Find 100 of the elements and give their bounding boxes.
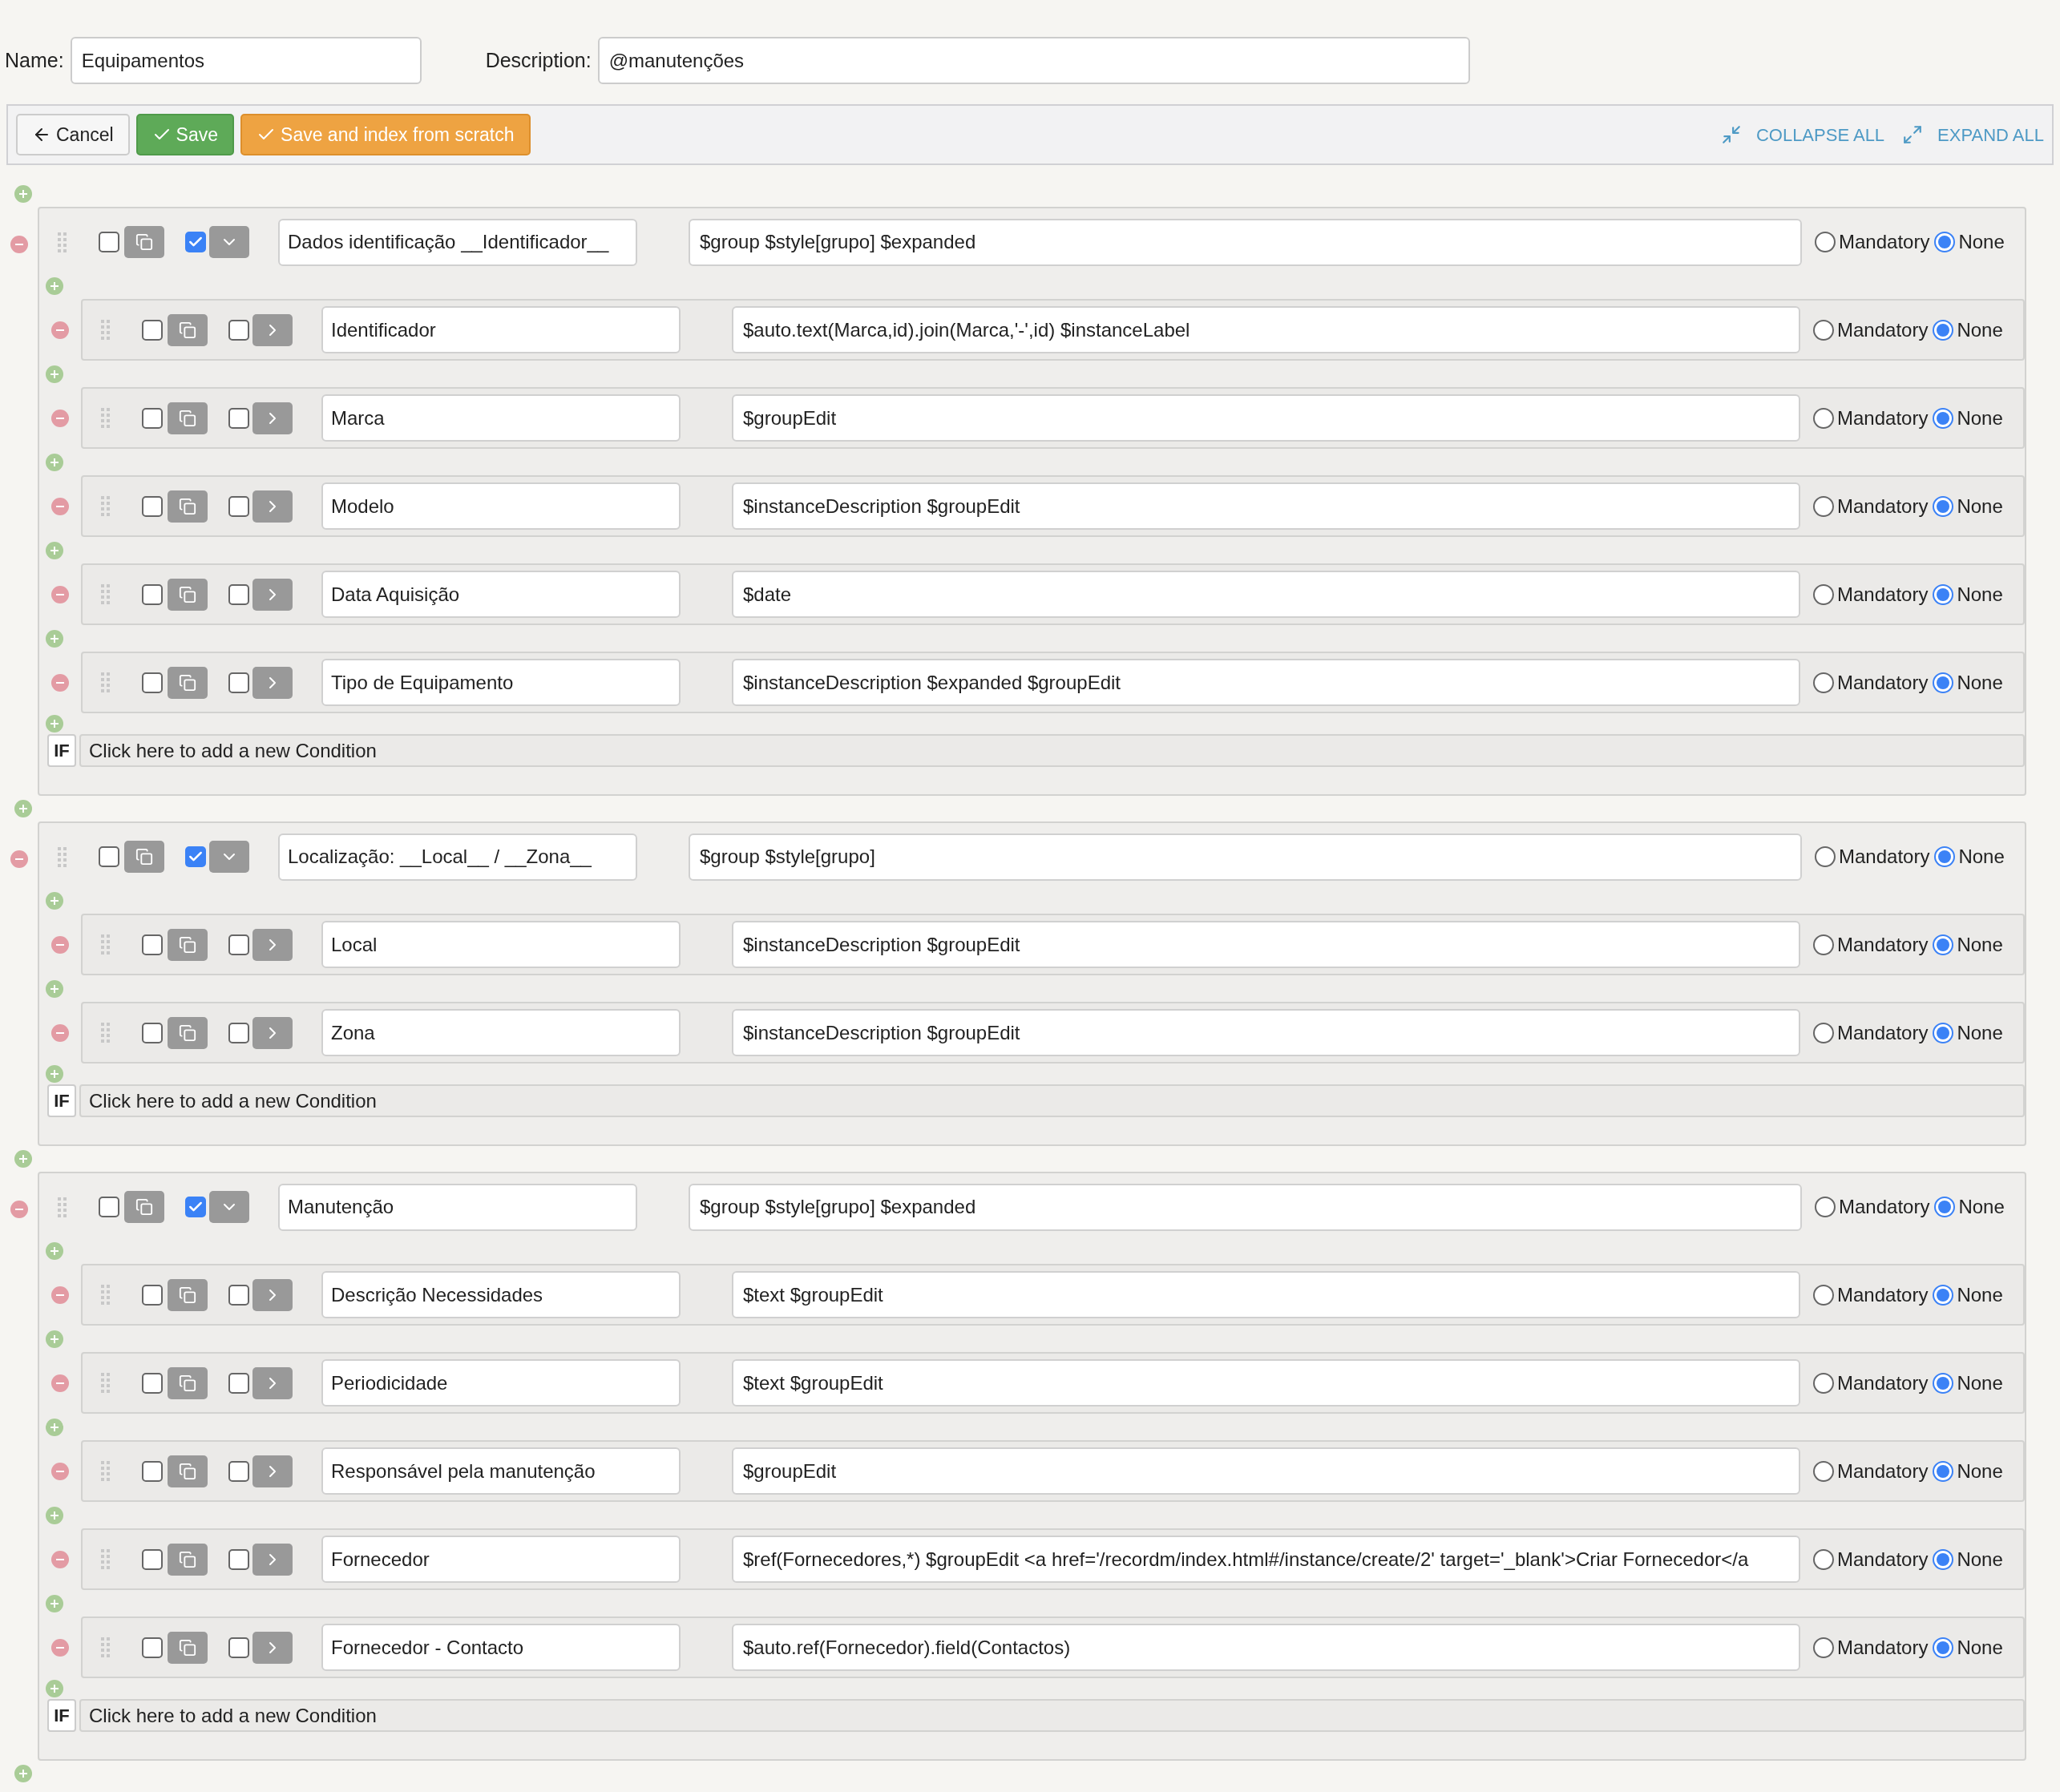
remove-icon[interactable] [51, 585, 69, 603]
add-icon[interactable] [46, 1506, 63, 1524]
field-name-input[interactable]: Fornecedor [321, 1536, 681, 1583]
radio-button[interactable] [1813, 319, 1834, 341]
add-icon[interactable] [46, 365, 63, 383]
field-description-input[interactable]: $groupEdit [732, 1447, 1800, 1495]
drag-handle-icon[interactable] [57, 1197, 67, 1217]
remove-icon[interactable] [51, 1550, 69, 1568]
drag-handle-icon[interactable] [100, 584, 110, 604]
field-name-input[interactable]: Descrição Necessidades [321, 1271, 681, 1318]
remove-icon[interactable] [51, 497, 69, 515]
add-icon[interactable] [14, 1150, 32, 1168]
field-name-input[interactable]: Fornecedor - Contacto [321, 1624, 681, 1671]
add-icon[interactable] [14, 185, 32, 203]
field-name-input[interactable]: Data Aquisição [321, 571, 681, 618]
copy-button[interactable] [168, 1455, 208, 1487]
drag-handle-icon[interactable] [100, 496, 110, 516]
drag-handle-icon[interactable] [100, 1637, 110, 1657]
field-description-input[interactable]: $text $groupEdit [732, 1359, 1800, 1407]
if-badge[interactable]: IF [47, 1699, 76, 1732]
copy-button[interactable] [124, 1191, 164, 1223]
checkbox[interactable] [142, 934, 163, 955]
checkbox[interactable] [228, 495, 249, 517]
drag-handle-icon[interactable] [100, 672, 110, 692]
name-input[interactable]: Equipamentos [70, 37, 422, 84]
checkbox[interactable] [228, 934, 249, 955]
radio-button[interactable] [1933, 407, 1954, 429]
radio-button[interactable] [1934, 846, 1956, 867]
toggle-button[interactable] [252, 578, 293, 611]
radio-button[interactable] [1813, 1372, 1834, 1394]
radio-button[interactable] [1933, 1460, 1954, 1482]
add-icon[interactable] [46, 541, 63, 559]
add-icon[interactable] [46, 453, 63, 471]
checkbox[interactable] [142, 1022, 163, 1043]
field-description-input[interactable]: $instanceDescription $groupEdit [732, 482, 1800, 530]
field-description-input[interactable]: $auto.ref(Fornecedor).field(Contactos) [732, 1624, 1800, 1671]
copy-button[interactable] [168, 1016, 208, 1049]
toggle-button[interactable] [252, 1543, 293, 1576]
add-icon[interactable] [46, 1594, 63, 1612]
remove-icon[interactable] [10, 236, 28, 253]
checkbox[interactable] [228, 672, 249, 693]
remove-icon[interactable] [51, 673, 69, 692]
checkbox[interactable] [142, 1372, 163, 1394]
checkbox[interactable] [142, 495, 163, 517]
add-icon[interactable] [14, 1765, 32, 1782]
radio-button[interactable] [1933, 1284, 1954, 1306]
drag-handle-icon[interactable] [100, 1549, 110, 1569]
add-icon[interactable] [46, 629, 63, 648]
toggle-button[interactable] [252, 1455, 293, 1487]
field-description-input[interactable]: $group $style[grupo] $expanded [689, 1183, 1802, 1231]
radio-button[interactable] [1813, 1284, 1834, 1306]
radio-button[interactable] [1815, 232, 1836, 252]
drag-handle-icon[interactable] [100, 1285, 110, 1305]
field-description-input[interactable]: $ref(Fornecedores,*) $groupEdit <a href='/recordm/index.html#/instance/create/2' target='_blank'>Criar Fornecedor</a [732, 1536, 1800, 1583]
radio-button[interactable] [1933, 583, 1954, 605]
field-name-input[interactable]: Manutenção [278, 1183, 637, 1231]
radio-button[interactable] [1934, 232, 1956, 252]
drag-handle-icon[interactable] [57, 846, 67, 867]
copy-button[interactable] [168, 1278, 208, 1311]
if-badge[interactable]: IF [47, 1084, 76, 1117]
remove-icon[interactable] [10, 1201, 28, 1218]
add-icon[interactable] [46, 276, 63, 295]
toggle-button[interactable] [252, 1631, 293, 1664]
checkbox[interactable] [99, 232, 119, 252]
checkbox[interactable] [228, 407, 249, 429]
radio-button[interactable] [1815, 846, 1836, 867]
toggle-button[interactable] [209, 841, 249, 873]
radio-button[interactable] [1933, 934, 1954, 955]
radio-button[interactable] [1813, 1460, 1834, 1482]
field-description-input[interactable]: $instanceDescription $expanded $groupEdit [732, 659, 1800, 706]
toggle-button[interactable] [209, 226, 249, 258]
cancel-button[interactable]: Cancel [16, 114, 130, 155]
add-condition-bar[interactable]: Click here to add a new Condition [79, 1699, 2025, 1732]
field-description-input[interactable]: $text $groupEdit [732, 1271, 1800, 1318]
description-input[interactable]: @manutenções [597, 37, 1470, 84]
drag-handle-icon[interactable] [100, 408, 110, 428]
remove-icon[interactable] [51, 1374, 69, 1392]
toggle-button[interactable] [252, 1016, 293, 1049]
add-icon[interactable] [14, 800, 32, 817]
checkbox[interactable] [142, 1460, 163, 1482]
copy-button[interactable] [124, 841, 164, 873]
checkbox[interactable] [142, 319, 163, 341]
toggle-button[interactable] [252, 402, 293, 434]
drag-handle-icon[interactable] [100, 1023, 110, 1043]
add-icon[interactable] [46, 1680, 63, 1697]
checkbox[interactable] [142, 1637, 163, 1658]
radio-button[interactable] [1813, 1637, 1834, 1658]
add-icon[interactable] [46, 1330, 63, 1348]
toggle-button[interactable] [252, 313, 293, 346]
checkbox[interactable] [99, 846, 119, 867]
checkbox[interactable] [228, 1022, 249, 1043]
field-name-input[interactable]: Marca [321, 394, 681, 442]
field-name-input[interactable]: Zona [321, 1009, 681, 1056]
add-icon[interactable] [46, 979, 63, 998]
drag-handle-icon[interactable] [57, 232, 67, 252]
add-icon[interactable] [46, 1065, 63, 1083]
field-description-input[interactable]: $instanceDescription $groupEdit [732, 1009, 1800, 1056]
radio-button[interactable] [1933, 672, 1954, 693]
copy-button[interactable] [168, 313, 208, 346]
radio-button[interactable] [1933, 1372, 1954, 1394]
